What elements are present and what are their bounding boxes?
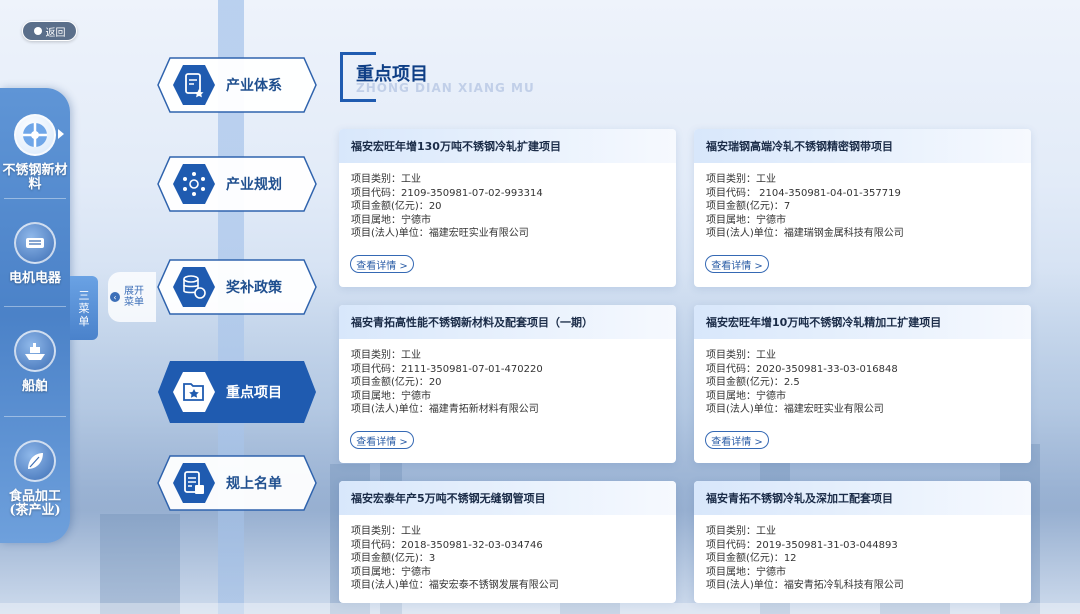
menu-label-char: 单 (78, 314, 90, 328)
project-card: 福安瑞钢高端冷轧不锈钢精密钢带项目 项目类别：工业 项目代码： 2104-350… (694, 129, 1031, 287)
nav-label: 奖补政策 (226, 280, 282, 296)
nav-item-industry-plan[interactable]: 产业规划 (156, 155, 318, 213)
expand-menu-label: 展开菜单 (124, 286, 144, 308)
expand-menu-button[interactable]: ‹ 展开菜单 (108, 272, 156, 322)
nav-item-key-projects[interactable]: 重点项目 (156, 361, 318, 423)
category-label: 不锈钢新材料 (2, 163, 68, 192)
project-type-row: 项目类别：工业 (706, 350, 776, 361)
project-owner-row: 项目(法人)单位：福安宏泰不锈钢发展有限公司 (351, 580, 559, 591)
steel-icon (14, 114, 56, 156)
ship-icon (14, 330, 56, 372)
divider (4, 306, 66, 307)
view-details-button[interactable]: 查看详情 > (705, 431, 769, 449)
project-title: 福安宏旺年增10万吨不锈钢冷轧精加工扩建项目 (694, 305, 1031, 339)
nav-item-enterprise-list[interactable]: 规上名单 (156, 454, 318, 512)
divider (4, 416, 66, 417)
bottom-bar (0, 603, 1080, 614)
project-owner-row: 项目(法人)单位：福建瑞钢金属科技有限公司 (706, 228, 904, 239)
category-item-motor[interactable]: 电机电器 (0, 222, 70, 286)
category-item-steel[interactable]: 不锈钢新材料 (0, 114, 70, 192)
project-card: 福安宏泰年产5万吨不锈钢无缝钢管项目 项目类别：工业 项目代码：2018-350… (339, 481, 676, 603)
back-label: 返回 (45, 27, 66, 39)
project-title: 福安宏泰年产5万吨不锈钢无缝钢管项目 (339, 481, 676, 515)
nav-label: 产业规划 (226, 177, 282, 193)
project-code-row: 项目代码： 2104-350981-04-01-357719 (706, 187, 901, 199)
project-amount-row: 项目金额(亿元)：7 (706, 201, 791, 212)
menu-label-char: 菜 (78, 301, 90, 315)
project-title: 福安青拓不锈钢冷轧及深加工配套项目 (694, 481, 1031, 515)
chevron-left-icon: ‹ (110, 292, 120, 302)
project-type-row: 项目类别：工业 (351, 526, 421, 537)
back-dot-icon (33, 27, 42, 35)
project-type-row: 项目类别：工业 (706, 174, 776, 185)
category-sidebar: 不锈钢新材料 电机电器 船舶 食品加工(茶产业) (0, 88, 70, 543)
project-amount-row: 项目金额(亿元)：20 (351, 377, 442, 388)
category-label: 电机电器 (8, 271, 61, 286)
project-location-row: 项目属地：宁德市 (351, 214, 431, 226)
view-details-button[interactable]: 查看详情 > (350, 255, 414, 273)
project-owner-row: 项目(法人)单位：福建青拓新材料有限公司 (351, 404, 539, 415)
project-card: 福安青拓高性能不锈钢新材料及配套项目（一期） 项目类别：工业 项目代码：2111… (339, 305, 676, 463)
project-code-row: 项目代码：2019-350981-31-03-044893 (706, 539, 898, 551)
nav-item-industry-system[interactable]: 产业体系 (156, 56, 318, 114)
project-amount-row: 项目金额(亿元)：20 (351, 201, 442, 212)
document-star-icon (172, 63, 216, 107)
list-enterprise-icon (172, 461, 216, 505)
project-owner-row: 项目(法人)单位：福建宏旺实业有限公司 (351, 228, 529, 239)
menu-icon: 三 (78, 288, 90, 302)
project-amount-row: 项目金额(亿元)：12 (706, 553, 797, 564)
motor-icon (14, 222, 56, 264)
project-code-row: 项目代码：2111-350981-07-01-470220 (351, 363, 543, 375)
project-code-row: 项目代码：2018-350981-32-03-034746 (351, 539, 543, 551)
project-location-row: 项目属地：宁德市 (706, 390, 786, 402)
section-subtitle: ZHONG DIAN XIANG MU (356, 81, 535, 95)
divider (4, 198, 66, 199)
category-item-ship[interactable]: 船舶 (0, 330, 70, 394)
project-card: 福安宏旺年增130万吨不锈钢冷轧扩建项目 项目类别：工业 项目代码：2109-3… (339, 129, 676, 287)
project-type-row: 项目类别：工业 (351, 350, 421, 361)
project-owner-row: 项目(法人)单位：福建宏旺实业有限公司 (706, 404, 884, 415)
project-amount-row: 项目金额(亿元)：2.5 (706, 377, 800, 388)
menu-toggle-button[interactable]: 三 菜 单 (70, 276, 98, 340)
view-details-button[interactable]: 查看详情 > (350, 431, 414, 449)
project-amount-row: 项目金额(亿元)：3 (351, 553, 436, 564)
leaf-icon (14, 440, 56, 482)
project-card: 福安青拓不锈钢冷轧及深加工配套项目 项目类别：工业 项目代码：2019-3509… (694, 481, 1031, 603)
nav-item-subsidy-policy[interactable]: 奖补政策 (156, 258, 318, 316)
project-location-row: 项目属地：宁德市 (351, 390, 431, 402)
network-icon (172, 162, 216, 206)
view-details-button[interactable]: 查看详情 > (705, 255, 769, 273)
project-title: 福安青拓高性能不锈钢新材料及配套项目（一期） (339, 305, 676, 339)
project-code-row: 项目代码：2109-350981-07-02-993314 (351, 187, 543, 199)
project-location-row: 项目属地：宁德市 (706, 214, 786, 226)
nav-label: 产业体系 (226, 78, 282, 94)
project-location-row: 项目属地：宁德市 (351, 566, 431, 578)
category-label: 船舶 (21, 379, 48, 394)
category-label: 食品加工(茶产业) (8, 489, 61, 518)
category-item-food[interactable]: 食品加工(茶产业) (0, 440, 70, 518)
project-type-row: 项目类别：工业 (706, 526, 776, 537)
nav-label: 重点项目 (226, 385, 282, 401)
coins-icon (172, 265, 216, 309)
project-code-row: 项目代码：2020-350981-33-03-016848 (706, 363, 898, 375)
project-owner-row: 项目(法人)单位：福安青拓冷轧科技有限公司 (706, 580, 904, 591)
active-arrow-icon (58, 129, 64, 139)
project-type-row: 项目类别：工业 (351, 174, 421, 185)
project-card: 福安宏旺年增10万吨不锈钢冷轧精加工扩建项目 项目类别：工业 项目代码：2020… (694, 305, 1031, 463)
back-button[interactable]: 返回 (22, 21, 77, 41)
nav-label: 规上名单 (226, 476, 282, 492)
project-title: 福安瑞钢高端冷轧不锈钢精密钢带项目 (694, 129, 1031, 163)
folder-star-icon (172, 370, 216, 414)
project-location-row: 项目属地：宁德市 (706, 566, 786, 578)
project-title: 福安宏旺年增130万吨不锈钢冷轧扩建项目 (339, 129, 676, 163)
